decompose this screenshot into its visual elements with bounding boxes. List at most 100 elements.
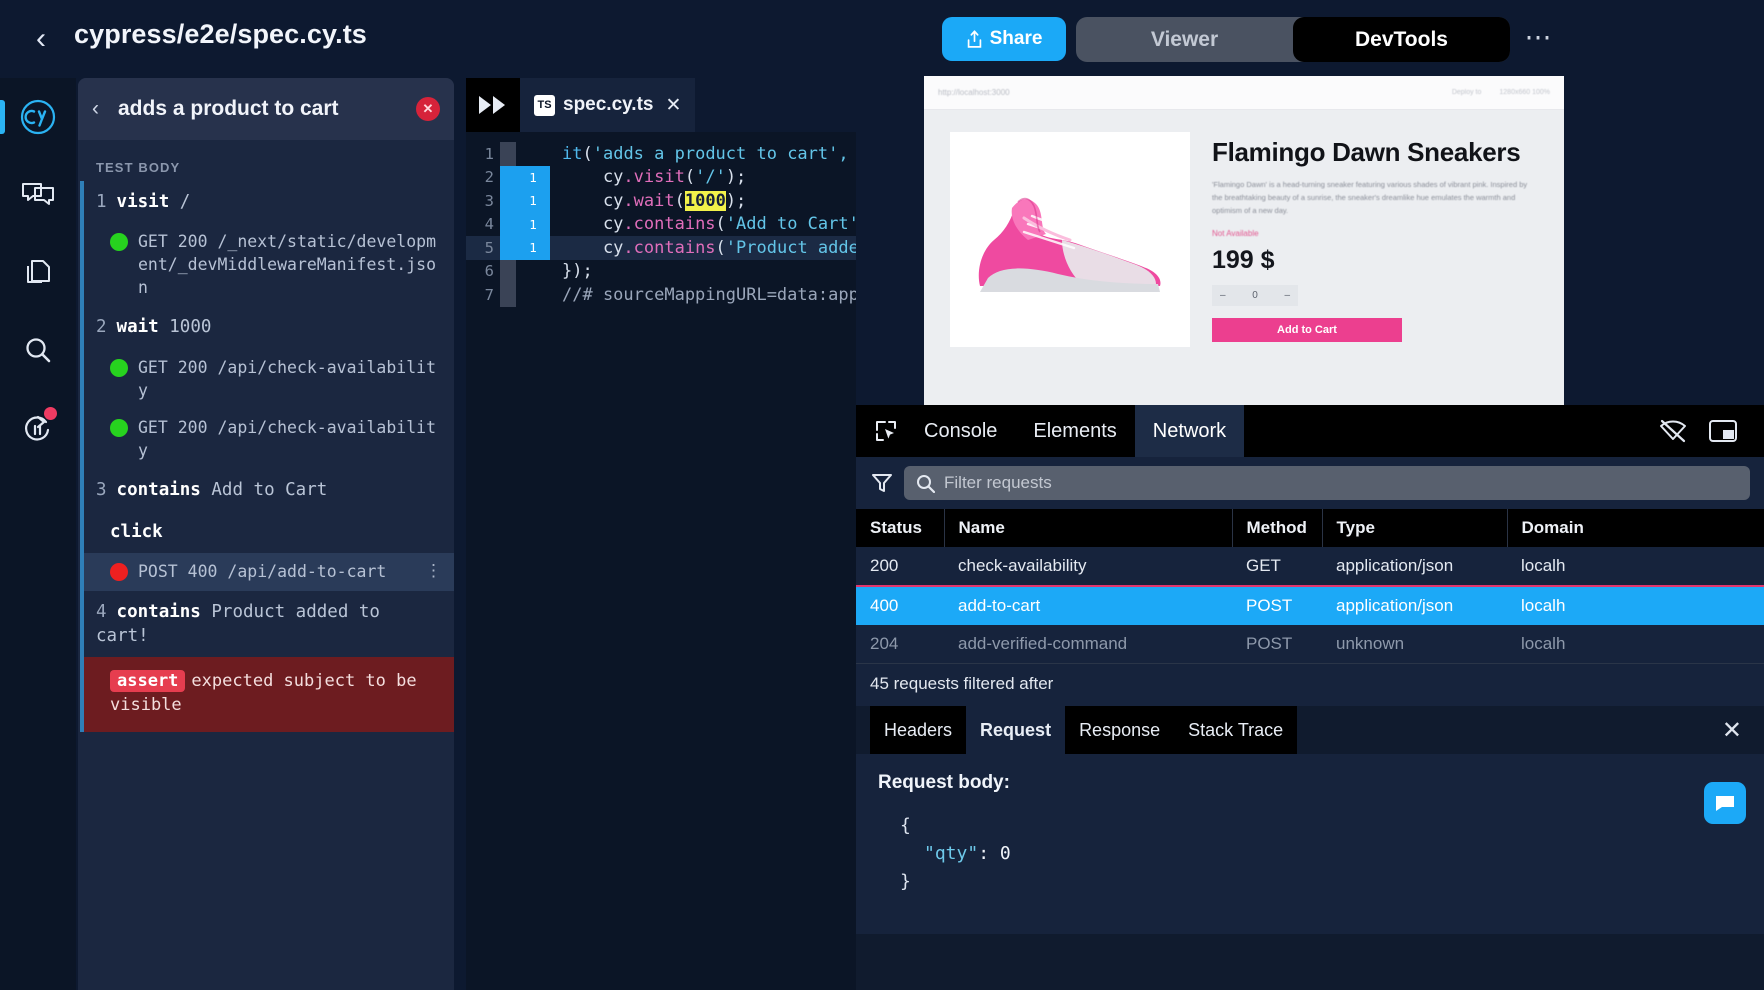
tab-network[interactable]: Network	[1135, 405, 1244, 457]
sidebar-item-cypress-logo[interactable]	[0, 78, 76, 156]
command-item[interactable]: 4contains Product added to cart!	[82, 591, 454, 657]
table-row[interactable]: 204 add-verified-command POST unknown lo…	[856, 625, 1764, 663]
add-to-cart-button[interactable]: Add to Cart	[1212, 318, 1402, 342]
cell-type: application/json	[1322, 547, 1507, 586]
code-line[interactable]: 21 cy.visit('/');	[466, 166, 856, 190]
quantity-increment[interactable]: –	[1284, 290, 1290, 301]
sidebar-item-specs[interactable]	[0, 234, 76, 312]
code-token: (	[685, 167, 695, 187]
code-token: });	[562, 261, 593, 281]
tab-viewer[interactable]: Viewer	[1076, 17, 1293, 62]
column-status[interactable]: Status	[856, 509, 944, 547]
coverage-gutter	[500, 236, 516, 260]
tab-request[interactable]: Request	[966, 706, 1065, 754]
column-name[interactable]: Name	[944, 509, 1232, 547]
share-upload-icon	[966, 30, 983, 49]
code-token: cy	[562, 238, 623, 258]
aut-toolbar-right: Deploy to 1280x660 100%	[1452, 89, 1550, 96]
quantity-stepper[interactable]: – 0 –	[1212, 285, 1298, 306]
tab-console[interactable]: Console	[906, 405, 1015, 457]
code-line[interactable]: 1it('adds a product to cart',	[466, 142, 856, 166]
funnel-icon[interactable]	[870, 471, 894, 495]
tab-stack-trace[interactable]: Stack Trace	[1174, 706, 1297, 754]
close-icon[interactable]: ✕	[1722, 716, 1742, 745]
table-row[interactable]: 200 check-availability GET application/j…	[856, 547, 1764, 586]
sidebar-item-debug[interactable]	[0, 390, 76, 468]
inspect-element-button[interactable]	[866, 405, 906, 457]
coverage-hit-count	[516, 283, 550, 307]
line-number: 1	[466, 145, 500, 163]
code-token: (	[716, 238, 726, 258]
assertion-failed-row[interactable]: assertexpected subject to be visible	[82, 657, 454, 731]
line-number: 3	[466, 192, 500, 210]
code-text: });	[550, 261, 593, 281]
more-options-button[interactable]: ⋯	[1520, 20, 1556, 56]
back-button[interactable]: ‹	[26, 22, 56, 56]
code-token: );	[726, 167, 746, 187]
run-specs-button[interactable]	[466, 78, 520, 132]
test-body-panel: ‹ adds a product to cart ✕ TEST BODY 1vi…	[78, 78, 454, 990]
command-arg: 1000	[169, 317, 211, 337]
aut-url-text: http://localhost:3000	[938, 88, 1010, 97]
network-requests-table: Status Name Method Type Domain 200 check…	[856, 509, 1764, 663]
network-entry[interactable]: GET 200 /api/check-availability	[82, 409, 454, 469]
command-item[interactable]: 3contains Add to Cart	[82, 469, 454, 511]
cypress-logo-icon	[18, 97, 58, 137]
tab-elements[interactable]: Elements	[1015, 405, 1134, 457]
column-method[interactable]: Method	[1232, 509, 1322, 547]
code-token: '/'	[695, 167, 726, 187]
app-under-test-frame[interactable]: http://localhost:3000 Deploy to 1280x660…	[924, 76, 1564, 406]
code-token: (	[675, 191, 685, 211]
code-token: .contains	[623, 214, 715, 234]
command-item[interactable]: 1visit /	[82, 181, 454, 223]
status-error-icon	[110, 563, 128, 581]
failed-x-icon: ✕	[416, 97, 440, 121]
typescript-icon: TS	[534, 95, 555, 116]
json-close-brace: }	[900, 868, 1742, 896]
network-entry-menu-icon[interactable]: ⋮	[419, 560, 442, 584]
chat-support-button[interactable]	[1704, 782, 1746, 824]
code-token: 1000	[685, 191, 726, 211]
devtools-toolbar-right	[1658, 418, 1764, 444]
close-icon[interactable]: ✕	[665, 94, 681, 117]
coverage-gutter	[500, 166, 516, 190]
quantity-decrement[interactable]: –	[1220, 290, 1226, 301]
product-description: 'Flamingo Dawn' is a head-turning sneake…	[1212, 179, 1538, 217]
code-token: .wait	[623, 191, 674, 211]
command-item[interactable]: click	[82, 511, 454, 553]
cell-domain: localh	[1507, 586, 1764, 625]
column-domain[interactable]: Domain	[1507, 509, 1764, 547]
code-line[interactable]: 31 cy.wait(1000);	[466, 189, 856, 213]
code-content[interactable]: 1it('adds a product to cart',21 cy.visit…	[466, 132, 856, 990]
code-line[interactable]: 41 cy.contains('Add to Cart'	[466, 213, 856, 237]
network-entry[interactable]: GET 200 /api/check-availability	[82, 349, 454, 409]
sidebar-item-search[interactable]	[0, 312, 76, 390]
table-row[interactable]: 400 add-to-cart POST application/json lo…	[856, 586, 1764, 625]
share-button[interactable]: Share	[942, 17, 1066, 61]
code-text: cy.contains('Product adde	[550, 238, 859, 258]
code-line[interactable]: 7//# sourceMappingURL=data:app	[466, 283, 856, 307]
test-back-button[interactable]: ‹	[92, 97, 114, 121]
filter-requests-input[interactable]	[944, 473, 1738, 493]
dock-panel-icon[interactable]	[1708, 418, 1738, 444]
network-entry[interactable]: GET 200 /_next/static/development/_devMi…	[82, 223, 454, 306]
coverage-hit-count: 1	[516, 213, 550, 237]
no-network-icon[interactable]	[1658, 418, 1688, 444]
column-type[interactable]: Type	[1322, 509, 1507, 547]
tab-devtools[interactable]: DevTools	[1293, 17, 1510, 62]
network-filter-bar	[856, 457, 1764, 509]
chat-bubbles-icon	[20, 179, 56, 211]
tab-headers[interactable]: Headers	[870, 706, 966, 754]
tab-response[interactable]: Response	[1065, 706, 1174, 754]
coverage-hit-count: 1	[516, 166, 550, 190]
json-colon: :	[978, 843, 989, 864]
sidebar-item-runs[interactable]	[0, 156, 76, 234]
command-item[interactable]: 2wait 1000	[82, 306, 454, 348]
test-body-section-label: TEST BODY	[78, 140, 454, 181]
status-ok-icon	[110, 359, 128, 377]
network-entry-selected[interactable]: POST 400 /api/add-to-cart ⋮	[82, 553, 454, 591]
editor-tab-spec[interactable]: TS spec.cy.ts ✕	[520, 78, 695, 132]
code-line[interactable]: 51 cy.contains('Product adde	[466, 236, 856, 260]
code-line[interactable]: 6});	[466, 260, 856, 284]
filter-requests-field[interactable]	[904, 466, 1750, 500]
